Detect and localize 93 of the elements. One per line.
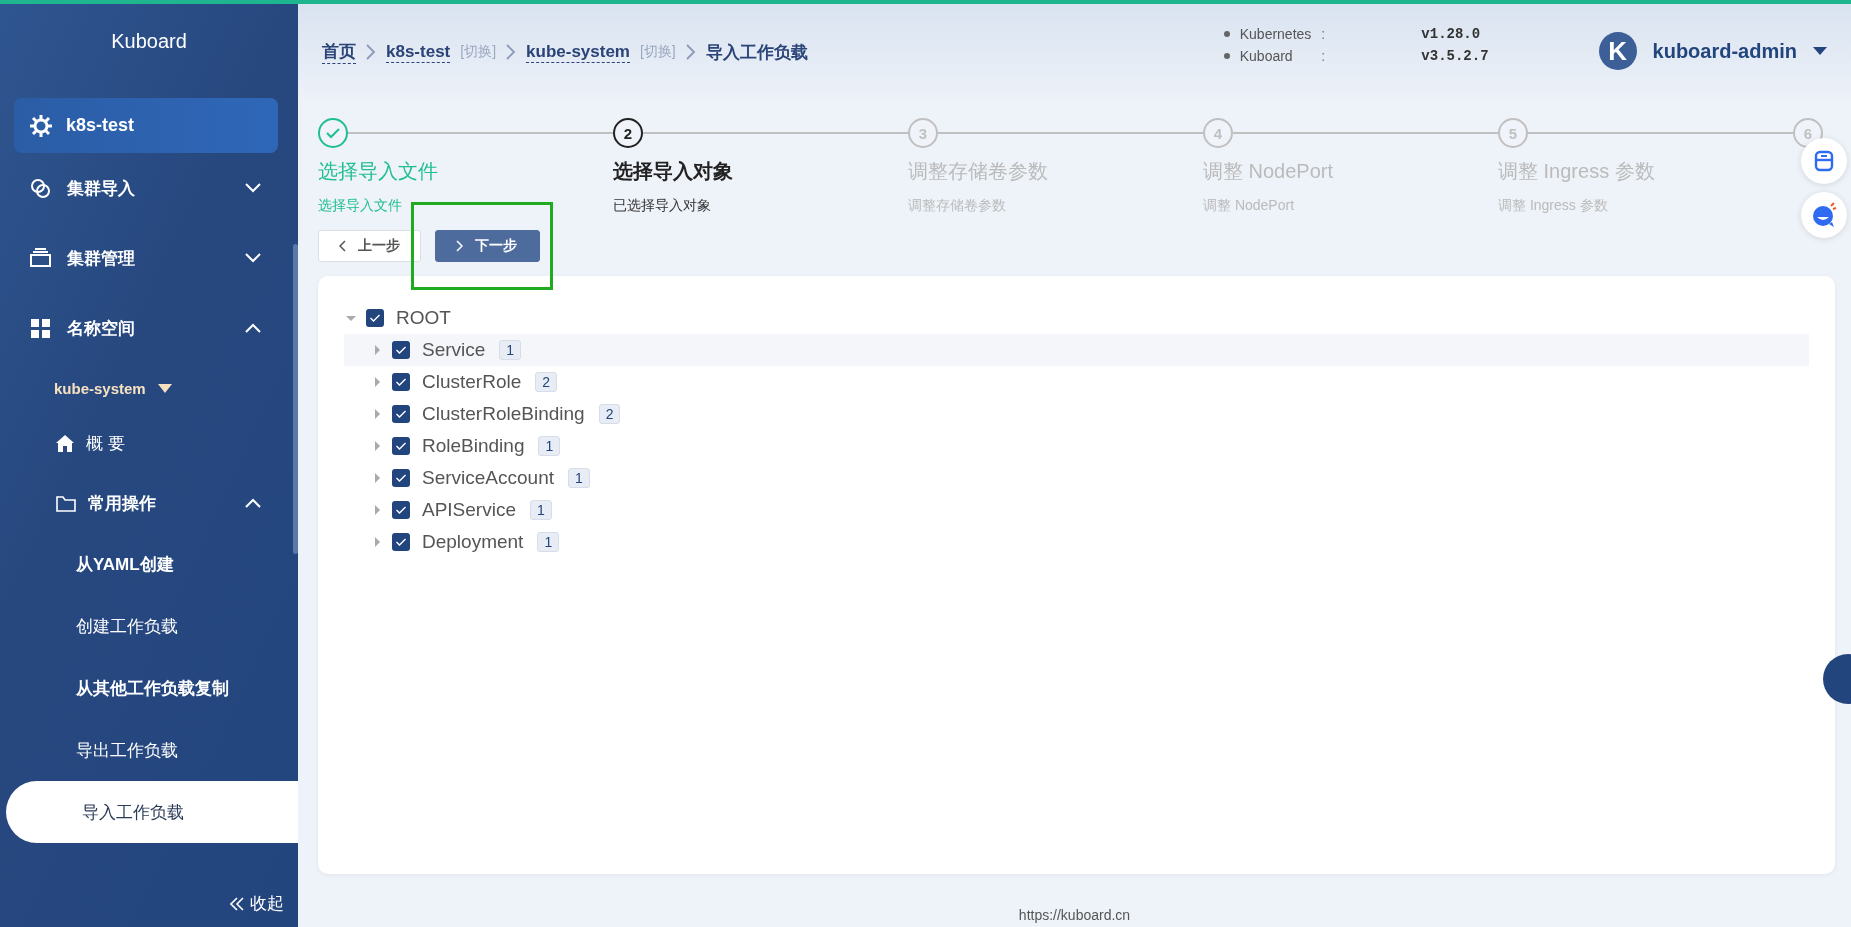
- user-name[interactable]: kuboard-admin: [1652, 39, 1797, 63]
- caret-down-icon: [157, 383, 172, 393]
- previous-button[interactable]: 上一步: [318, 230, 421, 262]
- step-title: 调整 NodePort: [1203, 159, 1335, 184]
- sidebar-item[interactable]: 导入工作负载: [6, 781, 298, 843]
- breadcrumb-link[interactable]: kube-system: [526, 41, 630, 63]
- step-number: 5: [1498, 118, 1528, 148]
- link-icon: [30, 177, 51, 199]
- double-chevron-icon: [230, 896, 244, 911]
- count-badge: 2: [598, 404, 621, 424]
- stack-icon: [30, 247, 51, 269]
- grid-icon: [30, 317, 51, 339]
- chevron-icon[interactable]: [245, 498, 261, 508]
- chevron-icon[interactable]: [245, 323, 261, 333]
- version-label: Kubernetes: [1239, 26, 1312, 42]
- tree-label[interactable]: Service: [422, 339, 486, 361]
- cluster-name: k8s-test: [66, 115, 135, 136]
- breadcrumb-current: 导入工作负载: [705, 41, 808, 64]
- breadcrumb-link[interactable]: k8s-test: [386, 41, 451, 63]
- check-icon: [326, 127, 340, 139]
- step-title: 选择导入对象: [613, 159, 734, 184]
- tree-label[interactable]: ServiceAccount: [422, 467, 554, 489]
- step-number: 4: [1203, 118, 1233, 148]
- sidebar-section[interactable]: 集群管理: [0, 223, 289, 293]
- step-title: 调整存储卷参数: [908, 159, 1049, 184]
- tree-label[interactable]: ClusterRoleBinding: [422, 403, 585, 425]
- tree-label[interactable]: Deployment: [422, 531, 524, 553]
- sidebar-item[interactable]: 导出工作负载: [0, 719, 298, 781]
- chevron-icon[interactable]: [245, 183, 261, 193]
- sidebar-section[interactable]: 集群导入: [0, 153, 289, 223]
- step-number: 3: [908, 118, 938, 148]
- sidebar-section[interactable]: 名称空间: [0, 293, 289, 363]
- separator-text: :: [1321, 48, 1327, 64]
- checkbox[interactable]: [392, 533, 410, 551]
- chevron-right-icon: [456, 240, 463, 252]
- sidebar-item[interactable]: 创建工作负载: [0, 595, 298, 657]
- tree-label[interactable]: RoleBinding: [422, 435, 525, 457]
- breadcrumb-link[interactable]: 首页: [322, 40, 356, 64]
- float-button[interactable]: [1801, 138, 1847, 184]
- count-badge: 1: [537, 532, 560, 552]
- sidebar-item[interactable]: 常用操作: [0, 473, 289, 533]
- chevron-right-icon: [366, 44, 376, 60]
- step-title: 调整 Ingress 参数: [1498, 159, 1656, 184]
- separator-text: :: [1321, 26, 1327, 42]
- home-icon: [56, 434, 74, 452]
- caret-down-icon[interactable]: [1813, 47, 1827, 55]
- step-description: 调整 Ingress 参数: [1498, 197, 1609, 215]
- checkbox[interactable]: [392, 341, 410, 359]
- chat-face-icon: [1811, 202, 1837, 228]
- count-badge: 2: [535, 372, 558, 392]
- step-title: 选择导入文件: [318, 159, 439, 184]
- version-value: v1.28.0: [1421, 26, 1482, 42]
- tree-label[interactable]: APIService: [422, 499, 516, 521]
- chevron-right-icon: [506, 44, 517, 60]
- checkbox[interactable]: [366, 309, 384, 327]
- step-description: 已选择导入对象: [613, 197, 712, 215]
- count-badge: 1: [568, 468, 590, 488]
- checkbox[interactable]: [392, 501, 410, 519]
- folder-icon: [56, 494, 76, 512]
- namespace-selector[interactable]: kube-system: [0, 363, 289, 413]
- tree-label[interactable]: ClusterRole: [422, 371, 522, 393]
- gear-icon: [30, 114, 52, 137]
- next-button[interactable]: 下一步: [435, 230, 540, 262]
- sidebar-item[interactable]: 从其他工作负载复制: [0, 657, 298, 719]
- chevron-icon[interactable]: [245, 253, 261, 263]
- step-number: 2: [613, 118, 643, 148]
- version-value: v3.5.2.7: [1421, 48, 1489, 64]
- bullet-icon: [1223, 53, 1230, 59]
- collapse-button[interactable]: 收起: [230, 892, 298, 927]
- sidebar-item[interactable]: 概 要: [0, 413, 289, 473]
- scrollbar[interactable]: [293, 244, 298, 554]
- brand-title: Kuboard: [110, 29, 188, 54]
- bullet-icon: [1223, 31, 1230, 37]
- robot-icon: [1813, 150, 1835, 172]
- chevron-right-icon: [685, 44, 696, 60]
- footer-link[interactable]: https://kuboard.cn: [298, 907, 1851, 927]
- checkbox[interactable]: [392, 437, 410, 455]
- count-badge: 1: [538, 436, 561, 456]
- float-button[interactable]: [1801, 192, 1847, 238]
- count-badge: 1: [530, 500, 552, 520]
- checkbox[interactable]: [392, 405, 410, 423]
- checkbox[interactable]: [392, 373, 410, 391]
- sidebar-item[interactable]: 从YAML创建: [0, 533, 298, 595]
- count-badge: 1: [499, 340, 522, 360]
- step-description: 调整 NodePort: [1203, 197, 1296, 215]
- user-avatar[interactable]: K: [1598, 32, 1637, 70]
- checkbox[interactable]: [392, 469, 410, 487]
- step-description: 调整存储卷参数: [908, 197, 1007, 215]
- version-label: Kuboard: [1239, 48, 1293, 64]
- cluster-card[interactable]: k8s-test: [14, 98, 278, 153]
- tree-label[interactable]: ROOT: [396, 307, 451, 329]
- step-description: 选择导入文件: [318, 197, 403, 215]
- chevron-left-icon: [339, 240, 346, 252]
